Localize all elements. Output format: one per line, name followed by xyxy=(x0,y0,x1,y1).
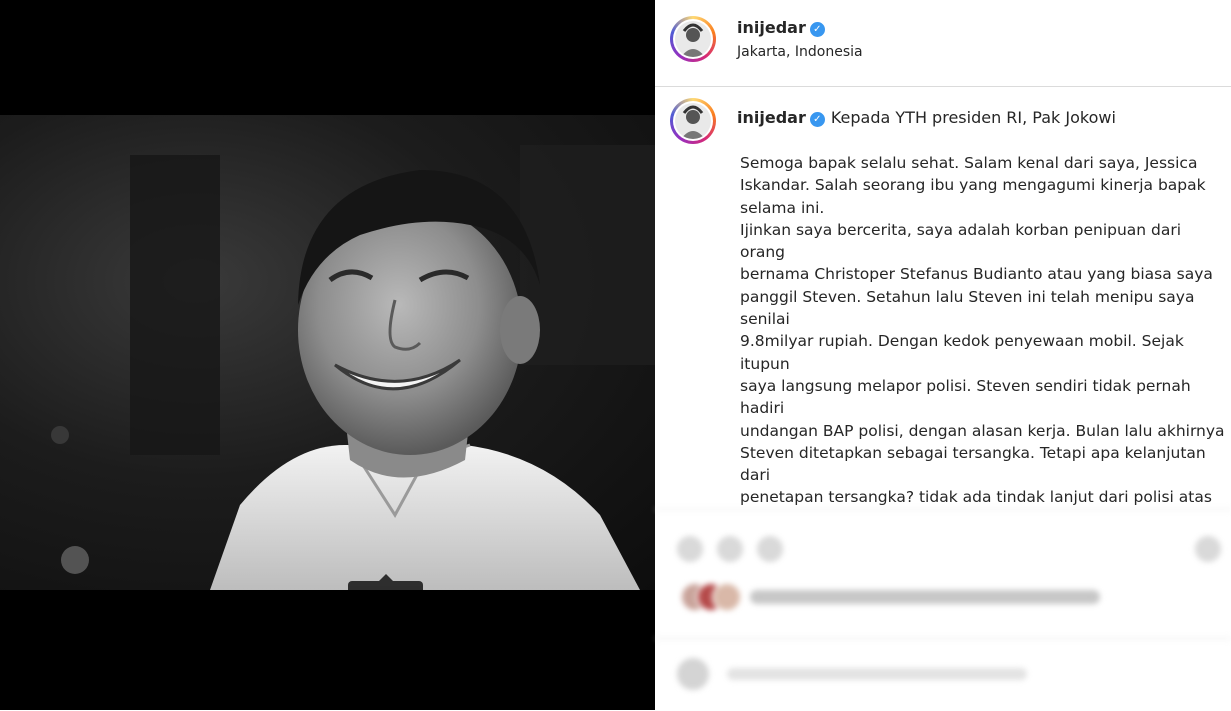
caption-lead: Kepada YTH presiden RI, Pak Jokowi xyxy=(830,108,1116,127)
verified-badge-icon: ✓ xyxy=(809,112,825,127)
liked-by-avatars[interactable] xyxy=(680,582,742,612)
profile-avatar[interactable] xyxy=(670,16,716,62)
post-photo[interactable]: jokowi xyxy=(0,115,655,590)
avatar-image xyxy=(675,103,711,139)
comment-input[interactable] xyxy=(727,668,1027,680)
emoji-icon[interactable] xyxy=(677,658,709,690)
verified-badge-icon: ✓ xyxy=(809,22,825,37)
caption-paragraph: Semoga bapak selalu sehat. Salam kenal d… xyxy=(740,154,1225,507)
share-icon[interactable] xyxy=(757,536,783,562)
post-actions-area xyxy=(655,509,1231,711)
post-header: inijedar ✓ Jakarta, Indonesia xyxy=(655,0,1231,87)
person-tag[interactable]: jokowi xyxy=(348,574,424,590)
post-media[interactable]: jokowi xyxy=(0,0,655,710)
post-panel: inijedar ✓ Jakarta, Indonesia inijedar ✓ Ke… xyxy=(655,0,1231,710)
like-icon[interactable] xyxy=(677,536,703,562)
caption-text: Semoga bapak selalu sehat. Salam kenal d… xyxy=(740,152,1228,509)
save-icon[interactable] xyxy=(1195,536,1221,562)
header-username[interactable]: inijedar xyxy=(737,18,806,37)
caption-header: inijedar ✓ Kepada YTH presiden RI, Pak Jok… xyxy=(737,108,1116,127)
caption-username[interactable]: inijedar xyxy=(737,108,806,127)
caption-avatar[interactable] xyxy=(670,98,716,144)
comment-icon[interactable] xyxy=(717,536,743,562)
divider xyxy=(655,638,1231,639)
portrait-illustration xyxy=(51,145,655,590)
avatar-image xyxy=(675,21,711,57)
location-link[interactable]: Jakarta, Indonesia xyxy=(737,44,863,60)
liked-by-text[interactable] xyxy=(750,590,1100,604)
